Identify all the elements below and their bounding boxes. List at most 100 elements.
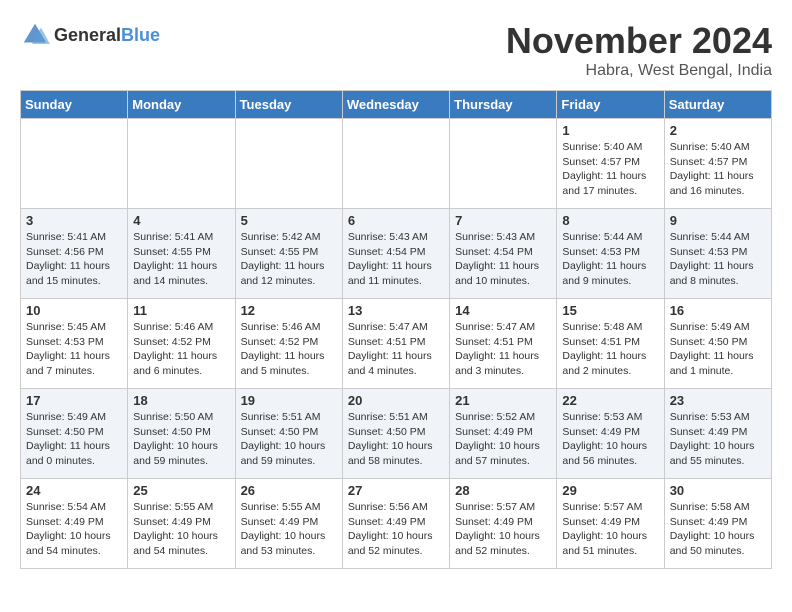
calendar-cell: 11 Sunrise: 5:46 AM Sunset: 4:52 PM Dayli… [128,299,235,389]
calendar-cell: 20Sunrise: 5:51 AM Sunset: 4:50 PM Dayli… [342,389,449,479]
weekday-header-friday: Friday [557,91,664,119]
day-number: 11 [133,303,229,318]
day-number: 22 [562,393,658,408]
day-content: Sunrise: 5:43 AM Sunset: 4:54 PM Dayligh… [455,230,551,289]
day-content: Sunrise: 5:42 AM Sunset: 4:55 PM Dayligh… [241,230,337,289]
calendar-week-row: 10Sunrise: 5:45 AM Sunset: 4:53 PM Dayli… [21,299,772,389]
calendar-cell [450,119,557,209]
calendar-cell: 5 Sunrise: 5:42 AM Sunset: 4:55 PM Daylig… [235,209,342,299]
day-number: 13 [348,303,444,318]
calendar-cell: 22 Sunrise: 5:53 AM Sunset: 4:49 PM Dayli… [557,389,664,479]
calendar-cell [128,119,235,209]
day-content: Sunrise: 5:40 AM Sunset: 4:57 PM Dayligh… [562,140,658,199]
calendar-cell [21,119,128,209]
weekday-header-wednesday: Wednesday [342,91,449,119]
calendar-cell: 13Sunrise: 5:47 AM Sunset: 4:51 PM Dayli… [342,299,449,389]
calendar-cell: 29 Sunrise: 5:57 AM Sunset: 4:49 PM Dayli… [557,479,664,569]
day-content: Sunrise: 5:43 AM Sunset: 4:54 PM Dayligh… [348,230,444,289]
calendar-cell: 6 Sunrise: 5:43 AM Sunset: 4:54 PM Daylig… [342,209,449,299]
calendar-cell: 10Sunrise: 5:45 AM Sunset: 4:53 PM Dayli… [21,299,128,389]
day-content: Sunrise: 5:57 AM Sunset: 4:49 PM Dayligh… [562,500,658,559]
day-content: Sunrise: 5:53 AM Sunset: 4:49 PM Dayligh… [670,410,766,469]
logo-general: General [54,25,121,45]
calendar-cell [235,119,342,209]
weekday-header-monday: Monday [128,91,235,119]
calendar-cell: 26Sunrise: 5:55 AM Sunset: 4:49 PM Dayli… [235,479,342,569]
day-number: 19 [241,393,337,408]
calendar-cell: 24 Sunrise: 5:54 AM Sunset: 4:49 PM Dayli… [21,479,128,569]
day-number: 17 [26,393,122,408]
calendar-cell: 1 Sunrise: 5:40 AM Sunset: 4:57 PM Daylig… [557,119,664,209]
day-content: Sunrise: 5:41 AM Sunset: 4:55 PM Dayligh… [133,230,229,289]
day-content: Sunrise: 5:50 AM Sunset: 4:50 PM Dayligh… [133,410,229,469]
weekday-header-sunday: Sunday [21,91,128,119]
day-number: 23 [670,393,766,408]
day-number: 15 [562,303,658,318]
calendar-cell: 15 Sunrise: 5:48 AM Sunset: 4:51 PM Dayli… [557,299,664,389]
day-content: Sunrise: 5:57 AM Sunset: 4:49 PM Dayligh… [455,500,551,559]
day-number: 14 [455,303,551,318]
day-number: 2 [670,123,766,138]
calendar-cell: 28 Sunrise: 5:57 AM Sunset: 4:49 PM Dayli… [450,479,557,569]
calendar-cell: 12 Sunrise: 5:46 AM Sunset: 4:52 PM Dayli… [235,299,342,389]
day-number: 7 [455,213,551,228]
calendar-week-row: 1 Sunrise: 5:40 AM Sunset: 4:57 PM Daylig… [21,119,772,209]
day-number: 29 [562,483,658,498]
day-number: 12 [241,303,337,318]
day-content: Sunrise: 5:51 AM Sunset: 4:50 PM Dayligh… [348,410,444,469]
weekday-header-row: SundayMondayTuesdayWednesdayThursdayFrid… [21,91,772,119]
day-number: 18 [133,393,229,408]
day-number: 4 [133,213,229,228]
calendar-table: SundayMondayTuesdayWednesdayThursdayFrid… [20,90,772,569]
day-number: 25 [133,483,229,498]
day-number: 10 [26,303,122,318]
day-number: 24 [26,483,122,498]
day-content: Sunrise: 5:46 AM Sunset: 4:52 PM Dayligh… [133,320,229,379]
calendar-body: 1 Sunrise: 5:40 AM Sunset: 4:57 PM Daylig… [21,119,772,569]
calendar-cell: 25 Sunrise: 5:55 AM Sunset: 4:49 PM Dayli… [128,479,235,569]
day-content: Sunrise: 5:53 AM Sunset: 4:49 PM Dayligh… [562,410,658,469]
day-number: 3 [26,213,122,228]
logo-icon [20,20,50,50]
calendar-cell: 17 Sunrise: 5:49 AM Sunset: 4:50 PM Dayli… [21,389,128,479]
day-content: Sunrise: 5:40 AM Sunset: 4:57 PM Dayligh… [670,140,766,199]
weekday-header-saturday: Saturday [664,91,771,119]
day-number: 9 [670,213,766,228]
day-number: 21 [455,393,551,408]
day-number: 6 [348,213,444,228]
day-number: 27 [348,483,444,498]
day-content: Sunrise: 5:44 AM Sunset: 4:53 PM Dayligh… [562,230,658,289]
location-title: Habra, West Bengal, India [506,62,772,80]
day-number: 30 [670,483,766,498]
logo-blue: Blue [121,25,160,45]
weekday-header-thursday: Thursday [450,91,557,119]
calendar-cell: 14Sunrise: 5:47 AM Sunset: 4:51 PM Dayli… [450,299,557,389]
month-title: November 2024 [506,20,772,62]
day-content: Sunrise: 5:55 AM Sunset: 4:49 PM Dayligh… [133,500,229,559]
title-area: November 2024 Habra, West Bengal, India [506,20,772,80]
day-content: Sunrise: 5:49 AM Sunset: 4:50 PM Dayligh… [26,410,122,469]
day-content: Sunrise: 5:41 AM Sunset: 4:56 PM Dayligh… [26,230,122,289]
day-number: 16 [670,303,766,318]
day-content: Sunrise: 5:54 AM Sunset: 4:49 PM Dayligh… [26,500,122,559]
logo: GeneralBlue [20,20,160,50]
calendar-week-row: 24 Sunrise: 5:54 AM Sunset: 4:49 PM Dayli… [21,479,772,569]
calendar-cell: 8Sunrise: 5:44 AM Sunset: 4:53 PM Daylig… [557,209,664,299]
day-content: Sunrise: 5:48 AM Sunset: 4:51 PM Dayligh… [562,320,658,379]
day-number: 5 [241,213,337,228]
calendar-week-row: 3 Sunrise: 5:41 AM Sunset: 4:56 PM Daylig… [21,209,772,299]
calendar-cell: 16Sunrise: 5:49 AM Sunset: 4:50 PM Dayli… [664,299,771,389]
day-content: Sunrise: 5:44 AM Sunset: 4:53 PM Dayligh… [670,230,766,289]
calendar-cell: 4 Sunrise: 5:41 AM Sunset: 4:55 PM Daylig… [128,209,235,299]
calendar-cell: 7 Sunrise: 5:43 AM Sunset: 4:54 PM Daylig… [450,209,557,299]
weekday-header-tuesday: Tuesday [235,91,342,119]
day-content: Sunrise: 5:46 AM Sunset: 4:52 PM Dayligh… [241,320,337,379]
calendar-cell: 2 Sunrise: 5:40 AM Sunset: 4:57 PM Daylig… [664,119,771,209]
day-number: 28 [455,483,551,498]
calendar-cell [342,119,449,209]
calendar-cell: 3 Sunrise: 5:41 AM Sunset: 4:56 PM Daylig… [21,209,128,299]
calendar-header: SundayMondayTuesdayWednesdayThursdayFrid… [21,91,772,119]
day-number: 26 [241,483,337,498]
day-number: 1 [562,123,658,138]
calendar-cell: 21Sunrise: 5:52 AM Sunset: 4:49 PM Dayli… [450,389,557,479]
